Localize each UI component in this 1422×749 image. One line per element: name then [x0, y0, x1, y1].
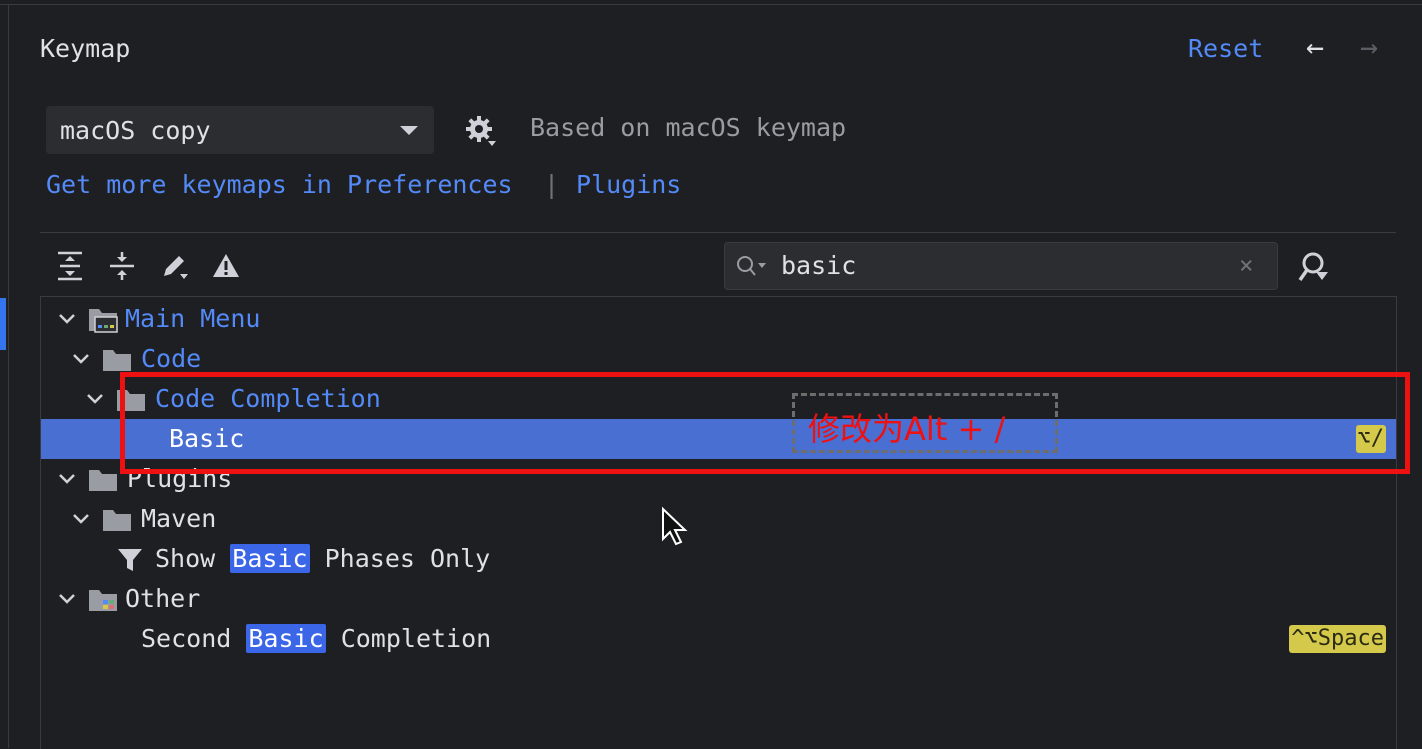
section-divider [40, 232, 1396, 233]
reset-link[interactable]: Reset [1188, 34, 1263, 63]
annotation-text: 修改为Alt + / [808, 410, 1006, 448]
tree-label-code: Code [141, 344, 202, 373]
search-input[interactable] [781, 249, 1221, 281]
folder-icon [103, 350, 131, 371]
chevron-down-icon[interactable] [55, 587, 79, 611]
other-folder-icon [89, 590, 117, 611]
tree-row-main-menu[interactable]: Main Menu [41, 299, 1396, 339]
tree-label-maven: Maven [141, 504, 217, 533]
tree-label-second-basic: Second Basic Completion [141, 624, 491, 653]
tree-label-show-basic: Show Basic Phases Only [155, 544, 490, 573]
clear-icon[interactable]: × [1239, 251, 1253, 279]
gear-icon[interactable] [464, 114, 498, 148]
conflicts-warning-icon[interactable] [210, 250, 242, 282]
label-part: Show [155, 544, 216, 573]
mouse-pointer-icon [662, 506, 688, 546]
chevron-down-icon[interactable] [69, 507, 93, 531]
search-match-highlight: Basic [230, 544, 310, 573]
nav-selection-marker [0, 298, 6, 350]
tree-row-show-basic-phases[interactable]: Show Basic Phases Only [41, 539, 1396, 579]
menu-folder-icon [89, 309, 118, 333]
tree-label-other: Other [125, 584, 201, 613]
search-field[interactable]: × [724, 242, 1278, 290]
filter-icon [118, 549, 142, 571]
expand-all-icon[interactable] [54, 250, 86, 282]
tree-row-maven[interactable]: Maven [41, 499, 1396, 539]
based-on-text: Based on macOS keymap [530, 113, 847, 142]
chevron-down-icon[interactable] [69, 347, 93, 371]
annotation-highlight-box [120, 372, 1410, 474]
top-border [0, 4, 1422, 5]
find-by-shortcut-icon[interactable] [1296, 250, 1330, 284]
keymap-select[interactable]: macOS copy [46, 106, 434, 154]
tree-row-second-basic[interactable]: Second Basic Completion ^⌥Space [41, 619, 1396, 659]
tree-label-main-menu: Main Menu [125, 304, 261, 333]
chevron-down-icon[interactable] [83, 387, 107, 411]
arrow-left-icon[interactable]: ← [1306, 30, 1324, 65]
search-icon[interactable] [735, 253, 769, 279]
chevron-down-icon [400, 126, 418, 135]
keymap-tree[interactable]: Main Menu Code Code Completion Basic ⌥/ … [40, 296, 1397, 749]
link-separator: | [544, 170, 560, 199]
chevron-down-icon[interactable] [55, 307, 79, 331]
get-more-keymaps-link[interactable]: Get more keymaps in Preferences [46, 170, 513, 199]
shortcut-badge: ^⌥Space [1289, 625, 1386, 653]
arrow-right-icon[interactable]: → [1360, 30, 1378, 65]
tree-row-other[interactable]: Other [41, 579, 1396, 619]
search-match-highlight: Basic [246, 624, 326, 653]
label-part: Completion [340, 624, 492, 653]
label-part: Phases Only [324, 544, 491, 573]
left-border [8, 4, 9, 748]
label-part: Second [141, 624, 232, 653]
chevron-down-icon[interactable] [55, 467, 79, 491]
folder-icon [103, 510, 131, 531]
folder-icon [89, 470, 117, 491]
edit-shortcut-icon[interactable] [158, 250, 190, 282]
keymap-select-value: macOS copy [60, 116, 211, 145]
collapse-all-icon[interactable] [106, 250, 138, 282]
plugins-link[interactable]: Plugins [576, 170, 681, 199]
page-title: Keymap [40, 34, 131, 63]
